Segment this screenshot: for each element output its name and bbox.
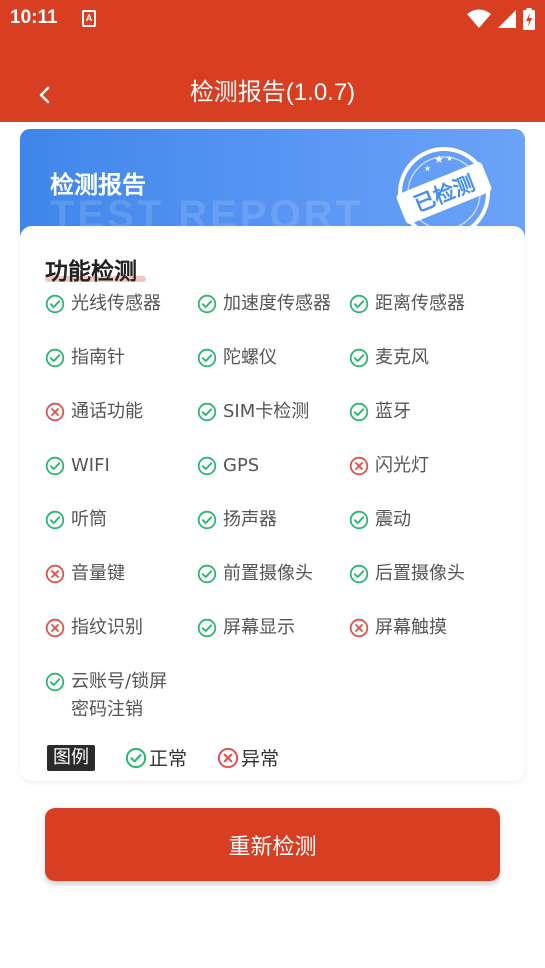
check-item-label: 加速度传感器 [223,293,331,314]
check-item: 扬声器 [197,506,277,534]
check-item: 陀螺仪 [197,344,277,372]
check-item: 通话功能 [45,398,143,426]
x-circle-icon [349,618,369,638]
app-bar: 检测报告(1.0.7) [0,38,545,122]
status-icons [467,8,535,30]
signal-icon [498,10,516,28]
check-circle-icon [197,294,217,314]
check-circle-icon [45,510,65,530]
check-item: 前置摄像头 [197,560,313,588]
check-item-label: 扬声器 [223,509,277,530]
check-item: 屏幕触摸 [349,614,447,642]
wifi-icon [467,9,491,28]
legend-tag: 图例 [47,744,95,771]
check-item-label: 云账号/锁屏密码注销 [71,671,168,720]
check-item: 后置摄像头 [349,560,465,588]
check-item: 听筒 [45,506,107,534]
check-item-label: 指纹识别 [71,617,143,638]
check-item: 加速度传感器 [197,290,331,318]
check-circle-icon [45,348,65,368]
x-circle-icon [45,618,65,638]
check-item-label: 音量键 [71,563,125,584]
check-item-label: 屏幕触摸 [375,617,447,638]
check-item-label: 闪光灯 [375,455,429,476]
check-item: 指南针 [45,344,125,372]
check-item: SIM卡检测 [197,398,309,426]
check-circle-icon [45,672,65,692]
status-bar: 10:11 A [0,0,545,38]
check-circle-icon [197,510,217,530]
check-item-label: 麦克风 [375,347,429,368]
check-circle-icon [349,294,369,314]
check-item: 距离传感器 [349,290,465,318]
check-item: 云账号/锁屏密码注销 [45,668,185,724]
check-items-grid: 光线传感器 加速度传感器 距离传感器指南针 陀螺仪 麦克风通话功能 SIM卡检测 蓝牙 WIF… [20,226,525,726]
check-circle-icon [349,402,369,422]
check-item-label: 光线传感器 [71,293,161,314]
legend-ok-label: 正常 [149,748,188,770]
check-item: 麦克风 [349,344,429,372]
check-item-label: 前置摄像头 [223,563,313,584]
svg-text:★: ★ [446,154,453,163]
x-circle-icon [45,402,65,422]
check-circle-icon [197,456,217,476]
check-circle-icon [349,510,369,530]
check-item-label: 震动 [375,509,411,530]
legend-ok: 正常 [125,744,187,771]
check-item-label: WIFI [71,455,110,476]
check-circle-icon [125,747,147,768]
svg-text:★: ★ [434,153,444,166]
check-item-label: GPS [223,455,260,476]
check-item: 闪光灯 [349,452,429,480]
check-circle-icon [349,348,369,368]
check-item: GPS [197,452,259,480]
svg-text:★: ★ [424,164,431,173]
check-item: WIFI [45,452,110,480]
check-item-label: 指南针 [71,347,125,368]
check-circle-icon [197,402,217,422]
x-circle-icon [45,564,65,584]
battery-icon [523,8,535,30]
x-circle-icon [349,456,369,476]
retest-button[interactable]: 重新检测 [45,808,500,881]
banner-title: 检测报告 [50,171,146,199]
check-item-label: 屏幕显示 [223,617,295,638]
check-circle-icon [45,456,65,476]
check-circle-icon [197,564,217,584]
function-check-card: 功能检测 光线传感器 加速度传感器 距离传感器 指南针 陀螺仪 麦克风 通话功能 SIM卡检测… [20,226,525,781]
check-item-label: SIM卡检测 [223,401,310,422]
check-circle-icon [45,294,65,314]
check-item-label: 蓝牙 [375,401,411,422]
check-circle-icon [197,618,217,638]
check-item: 音量键 [45,560,125,588]
x-circle-icon [217,747,239,768]
legend-fail: 异常 [217,744,279,771]
check-item-label: 通话功能 [71,401,143,422]
check-circle-icon [197,348,217,368]
legend: 图例 正常 异常 [47,744,309,771]
check-circle-icon [349,564,369,584]
status-time: 10:11 [10,7,58,28]
check-item: 屏幕显示 [197,614,295,642]
check-item-label: 后置摄像头 [375,563,465,584]
check-item: 震动 [349,506,411,534]
legend-fail-label: 异常 [241,748,280,770]
check-item-label: 距离传感器 [375,293,465,314]
check-item: 蓝牙 [349,398,411,426]
notification-app-icon: A [82,10,96,27]
page-title: 检测报告(1.0.7) [189,79,356,106]
check-item-label: 听筒 [71,509,107,530]
check-item: 指纹识别 [45,614,143,642]
check-item: 光线传感器 [45,290,161,318]
check-item-label: 陀螺仪 [223,347,277,368]
